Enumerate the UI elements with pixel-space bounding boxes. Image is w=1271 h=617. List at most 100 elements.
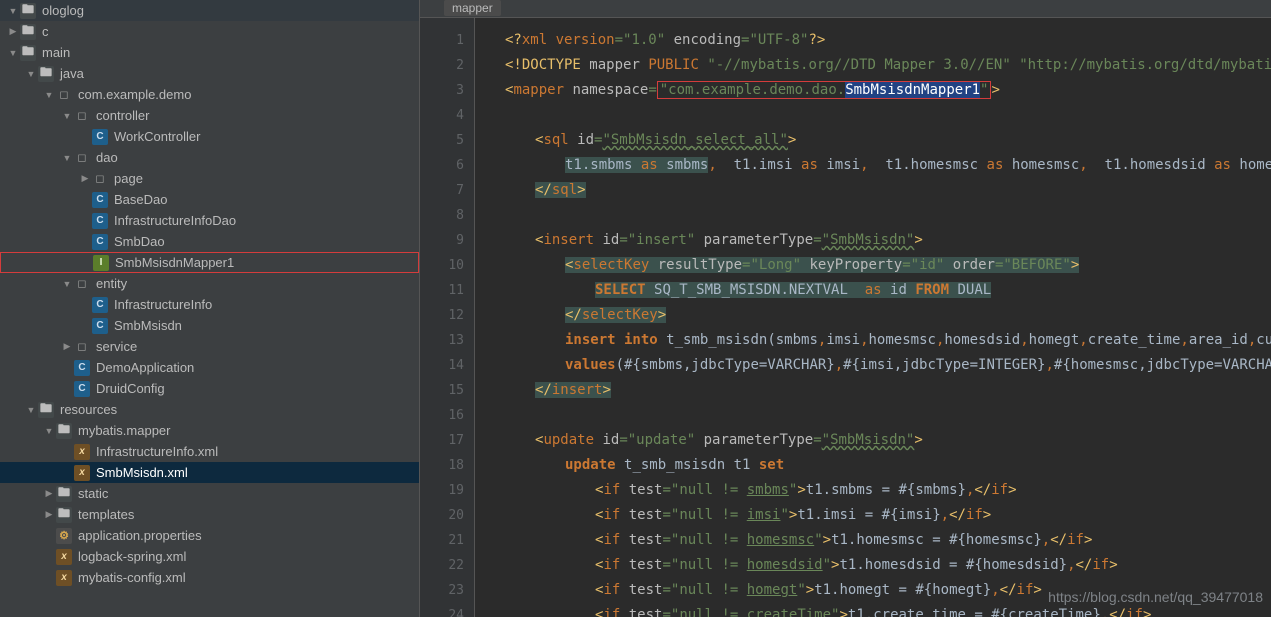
code-line: SELECT SQ_T_SMB_MSISDN.NEXTVAL as id FRO…	[475, 278, 1271, 303]
code-line: <sql id="SmbMsisdn_select_all">	[475, 128, 1271, 153]
tree-item-basedao[interactable]: BaseDao	[0, 189, 419, 210]
tree-item-label: main	[42, 45, 70, 60]
tree-twisty-icon[interactable]	[6, 26, 20, 37]
breadcrumb-bar: mapper	[420, 0, 1271, 18]
project-tree-panel[interactable]: ologlog c main java com.example.demo controll…	[0, 0, 420, 617]
props-icon	[56, 528, 72, 544]
tree-twisty-icon[interactable]	[24, 69, 38, 79]
line-number: 3	[420, 78, 464, 103]
tree-item-label: ologlog	[42, 3, 84, 18]
folder-icon	[20, 45, 36, 61]
tree-item-label: com.example.demo	[78, 87, 191, 102]
tree-item-templates[interactable]: templates	[0, 504, 419, 525]
code-line	[475, 403, 1271, 428]
tree-item-ologlog[interactable]: ologlog	[0, 0, 419, 21]
tree-item-demoapplication[interactable]: DemoApplication	[0, 357, 419, 378]
tree-item-label: application.properties	[78, 528, 202, 543]
tree-item-com-example-demo[interactable]: com.example.demo	[0, 84, 419, 105]
tree-item-infrastructureinfodao[interactable]: InfrastructureInfoDao	[0, 210, 419, 231]
tree-item-controller[interactable]: controller	[0, 105, 419, 126]
tree-twisty-icon[interactable]	[24, 405, 38, 415]
tree-item-java[interactable]: java	[0, 63, 419, 84]
tree-item-label: DruidConfig	[96, 381, 165, 396]
tree-item-smbmsisdn[interactable]: SmbMsisdn	[0, 315, 419, 336]
tree-item-logback-spring-xml[interactable]: logback-spring.xml	[0, 546, 419, 567]
tree-item-label: mybatis-config.xml	[78, 570, 186, 585]
folder-icon	[56, 507, 72, 523]
cls-icon	[92, 213, 108, 229]
code-line: <if test="null != imsi">t1.imsi = #{imsi…	[475, 503, 1271, 528]
iface-icon	[93, 255, 109, 271]
cls-icon	[92, 234, 108, 250]
tree-twisty-icon[interactable]	[60, 279, 74, 289]
tree-item-druidconfig[interactable]: DruidConfig	[0, 378, 419, 399]
editor-panel: mapper 123456789101112131415161718192021…	[420, 0, 1271, 617]
line-number: 1	[420, 28, 464, 53]
tree-item-resources[interactable]: resources	[0, 399, 419, 420]
project-tree[interactable]: ologlog c main java com.example.demo controll…	[0, 0, 419, 588]
tree-item-label: InfrastructureInfoDao	[114, 213, 236, 228]
line-number: 23	[420, 578, 464, 603]
tree-item-infrastructureinfo-xml[interactable]: InfrastructureInfo.xml	[0, 441, 419, 462]
tree-item-main[interactable]: main	[0, 42, 419, 63]
tree-item-infrastructureinfo[interactable]: InfrastructureInfo	[0, 294, 419, 315]
line-number: 14	[420, 353, 464, 378]
tree-item-label: SmbDao	[114, 234, 165, 249]
tree-item-service[interactable]: service	[0, 336, 419, 357]
line-number: 19	[420, 478, 464, 503]
cls-icon	[74, 381, 90, 397]
tree-item-entity[interactable]: entity	[0, 273, 419, 294]
code-line: <!DOCTYPE mapper PUBLIC "-//mybatis.org/…	[475, 53, 1271, 78]
code-line: insert into t_smb_msisdn(smbms,imsi,home…	[475, 328, 1271, 353]
tree-item-static[interactable]: static	[0, 483, 419, 504]
tree-twisty-icon[interactable]	[60, 341, 74, 352]
code-line: <if test="null != homesmsc">t1.homesmsc …	[475, 528, 1271, 553]
root: ologlog c main java com.example.demo controll…	[0, 0, 1271, 617]
tree-item-workcontroller[interactable]: WorkController	[0, 126, 419, 147]
pkg-icon	[74, 150, 90, 166]
tree-twisty-icon[interactable]	[60, 153, 74, 163]
line-number: 17	[420, 428, 464, 453]
code-line: <update id="update" parameterType="SmbMs…	[475, 428, 1271, 453]
tree-item-page[interactable]: page	[0, 168, 419, 189]
tree-item-c[interactable]: c	[0, 21, 419, 42]
breadcrumb-pill[interactable]: mapper	[444, 0, 501, 16]
tree-item-label: static	[78, 486, 108, 501]
cls-icon	[92, 318, 108, 334]
line-number: 20	[420, 503, 464, 528]
tree-twisty-icon[interactable]	[78, 173, 92, 184]
line-number: 18	[420, 453, 464, 478]
tree-item-label: controller	[96, 108, 149, 123]
tree-item-mybatis-mapper[interactable]: mybatis.mapper	[0, 420, 419, 441]
tree-twisty-icon[interactable]	[6, 6, 20, 16]
tree-item-label: InfrastructureInfo.xml	[96, 444, 218, 459]
tree-item-mybatis-config-xml[interactable]: mybatis-config.xml	[0, 567, 419, 588]
tree-twisty-icon[interactable]	[60, 111, 74, 121]
line-number: 5	[420, 128, 464, 153]
tree-item-smbmsisdn-xml[interactable]: SmbMsisdn.xml	[0, 462, 419, 483]
tree-item-label: DemoApplication	[96, 360, 194, 375]
tree-item-label: c	[42, 24, 49, 39]
code-line: update t_smb_msisdn t1 set	[475, 453, 1271, 478]
tree-twisty-icon[interactable]	[42, 90, 56, 100]
folder-icon	[56, 486, 72, 502]
tree-item-application-properties[interactable]: application.properties	[0, 525, 419, 546]
folder-icon	[20, 24, 36, 40]
line-number-gutter: 123456789101112131415161718192021222324	[420, 18, 475, 617]
tree-twisty-icon[interactable]	[42, 509, 56, 520]
tree-twisty-icon[interactable]	[6, 48, 20, 58]
line-number: 7	[420, 178, 464, 203]
selected-text: SmbMsisdnMapper1	[845, 82, 980, 98]
tree-item-label: mybatis.mapper	[78, 423, 170, 438]
tree-item-smbdao[interactable]: SmbDao	[0, 231, 419, 252]
code-line	[475, 203, 1271, 228]
tree-item-smbmsisdnmapper1[interactable]: SmbMsisdnMapper1	[0, 252, 419, 273]
code-editor[interactable]: <?xml version="1.0" encoding="UTF-8"?><!…	[475, 18, 1271, 617]
line-number: 24	[420, 603, 464, 617]
tree-item-label: SmbMsisdn	[114, 318, 182, 333]
tree-item-label: WorkController	[114, 129, 200, 144]
tree-item-label: InfrastructureInfo	[114, 297, 212, 312]
tree-item-dao[interactable]: dao	[0, 147, 419, 168]
tree-twisty-icon[interactable]	[42, 488, 56, 499]
tree-twisty-icon[interactable]	[42, 426, 56, 436]
